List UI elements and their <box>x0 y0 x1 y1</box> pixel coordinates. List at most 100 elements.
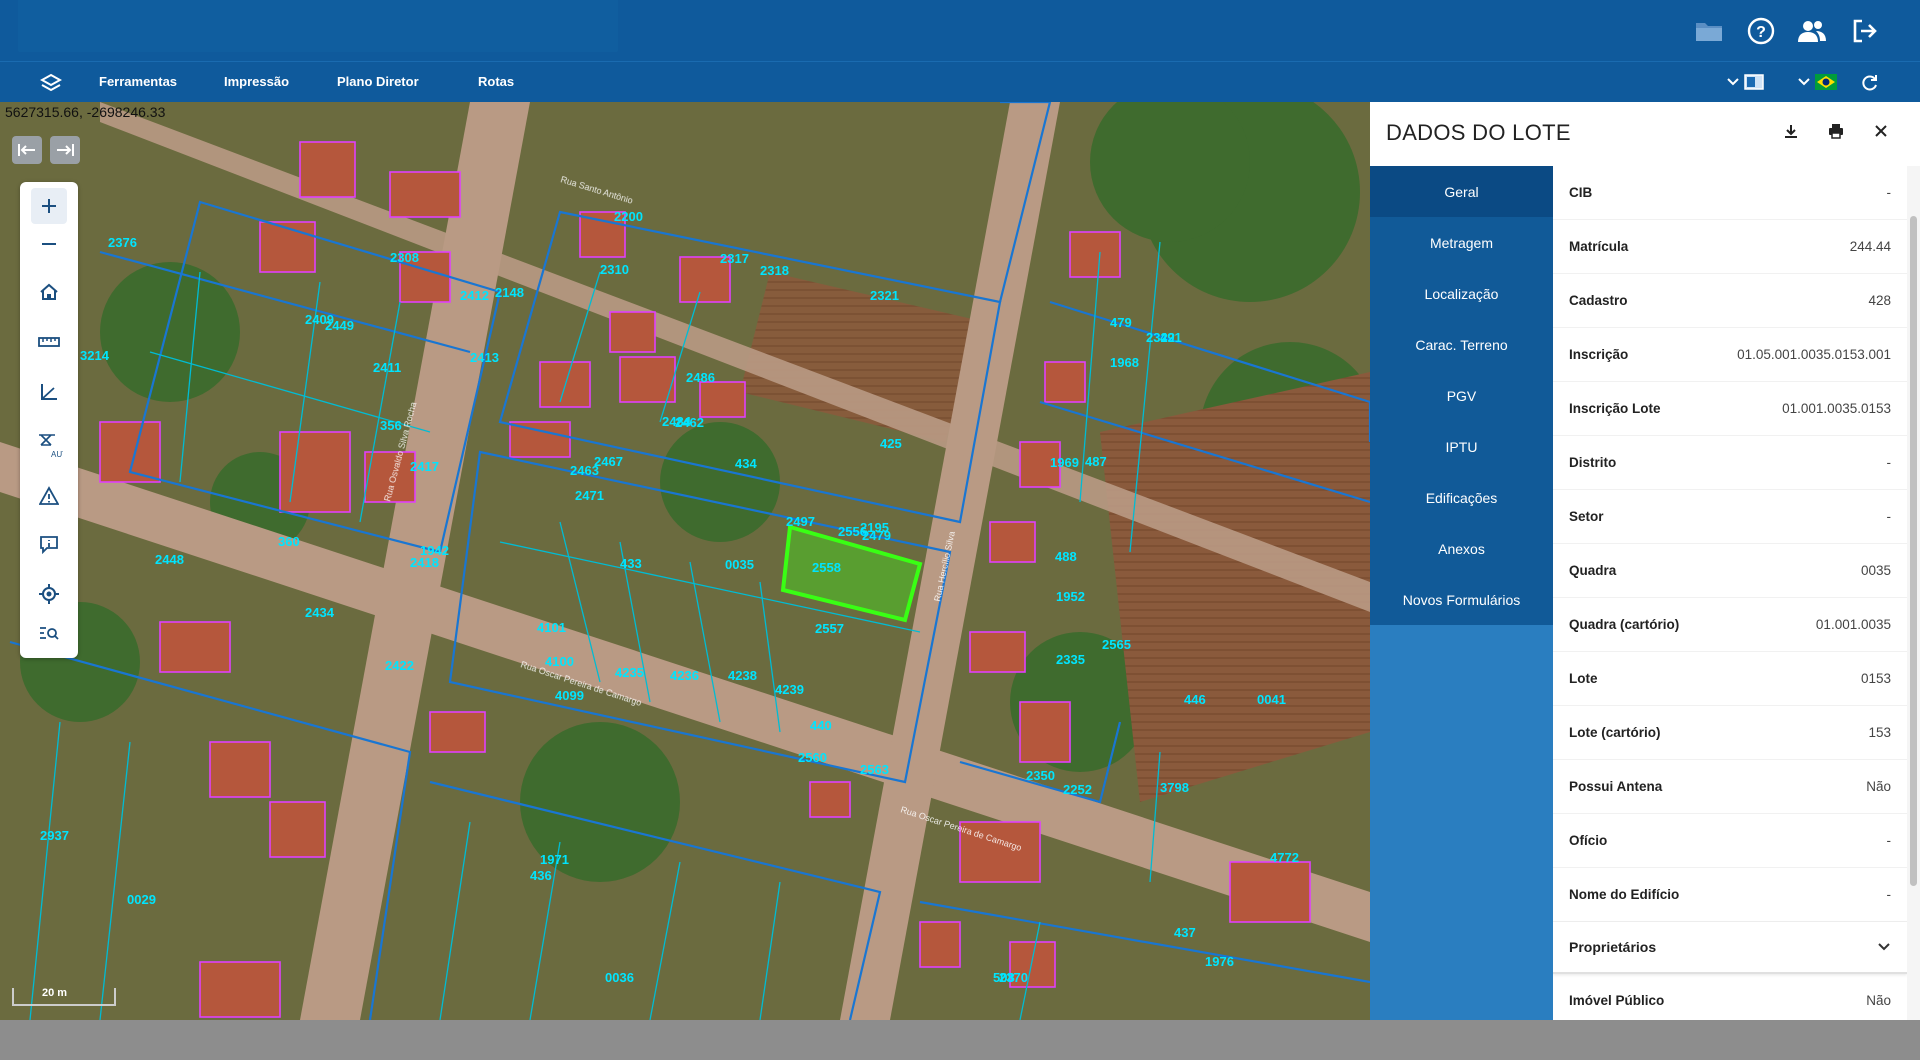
field-value: 0153 <box>1860 671 1891 686</box>
menu-rotas[interactable]: Rotas <box>478 74 514 89</box>
lot-number-label: 3798 <box>1160 780 1189 795</box>
lot-number-label: 2418 <box>410 555 439 570</box>
lot-number-label: 4099 <box>555 688 584 703</box>
menu-plano-diretor[interactable]: Plano Diretor <box>337 74 419 89</box>
close-icon[interactable] <box>1868 118 1894 144</box>
chevron-down-icon <box>1727 78 1739 86</box>
section-proprietarios[interactable]: Proprietários <box>1553 922 1907 974</box>
lot-number-label: 2560 <box>798 750 827 765</box>
field-value: Não <box>1866 993 1891 1008</box>
field-row: CIB - <box>1553 166 1907 220</box>
field-value: 0035 <box>1860 563 1891 578</box>
scroll-thumb[interactable] <box>1910 216 1917 886</box>
home-icon[interactable] <box>31 274 67 310</box>
search-zoom-icon[interactable] <box>31 616 67 652</box>
top-bar: ? <box>0 0 1920 61</box>
warning-icon[interactable] <box>31 478 67 514</box>
basemap-selector[interactable] <box>1726 74 1764 90</box>
field-value: Não <box>1866 779 1891 794</box>
lot-number-label: 2434 <box>305 605 335 620</box>
field-value: 244.44 <box>1849 239 1891 254</box>
field-label: Lote <box>1569 671 1598 686</box>
angle-measure-icon[interactable] <box>31 374 67 410</box>
menu-impressao[interactable]: Impressão <box>224 74 289 89</box>
download-icon[interactable] <box>1778 118 1804 144</box>
tab-iptu[interactable]: IPTU <box>1370 421 1553 472</box>
locate-icon[interactable] <box>31 576 67 612</box>
lot-number-label: 2252 <box>1063 782 1092 797</box>
field-label: Possui Antena <box>1569 779 1663 794</box>
lot-number-label: 2557 <box>815 621 844 636</box>
map-view[interactable]: 425 434 433 4101 4100 4099 4235 4236 4238 4239 219… <box>0 102 1370 1020</box>
field-value: - <box>1886 455 1892 470</box>
back-arrow-icon[interactable] <box>12 136 42 164</box>
field-row: Ofício - <box>1553 814 1907 868</box>
lot-number-label: 2321 <box>870 288 899 303</box>
field-value: 01.05.001.0035.0153.001 <box>1737 347 1891 362</box>
lot-number-label: 2417 <box>410 459 439 474</box>
zoom-in-icon[interactable] <box>31 188 67 224</box>
aerial-map: 4254344334101410040994235 4236 42384239219… <box>0 102 1370 1020</box>
tab-localiza-o[interactable]: Localização <box>1370 268 1553 319</box>
lot-number-label: 2317 <box>720 251 749 266</box>
field-label: Inscrição Lote <box>1569 401 1661 416</box>
logout-icon[interactable] <box>1847 14 1881 48</box>
lot-number-label: 2308 <box>390 250 419 265</box>
panel-title: DADOS DO LOTE <box>1386 120 1571 145</box>
tab-carac-terreno[interactable]: Carac. Terreno <box>1370 319 1553 370</box>
lot-number-label: 2376 <box>108 235 137 250</box>
lot-number-label: 2937 <box>40 828 69 843</box>
lot-number-label: 0035 <box>725 557 754 572</box>
help-icon[interactable]: ? <box>1744 14 1778 48</box>
lot-number-label: 1976 <box>1205 954 1234 969</box>
lot-number-label: 2148 <box>495 285 524 300</box>
language-selector[interactable] <box>1797 74 1837 90</box>
layers-icon[interactable] <box>38 70 64 96</box>
scrollbar[interactable] <box>1907 166 1920 1020</box>
tab-anexos[interactable]: Anexos <box>1370 523 1553 574</box>
field-row: Setor - <box>1553 490 1907 544</box>
field-row: Nome do Edifício - <box>1553 868 1907 922</box>
tab-pgv[interactable]: PGV <box>1370 370 1553 421</box>
forward-arrow-icon[interactable] <box>50 136 80 164</box>
lot-number-label: 4239 <box>775 682 804 697</box>
bottom-strip <box>0 1020 1920 1060</box>
lot-number-label: 4101 <box>537 620 566 635</box>
field-value: 428 <box>1868 293 1891 308</box>
lot-number-label: 508 <box>993 970 1015 985</box>
field-value: - <box>1886 509 1892 524</box>
field-row: Distrito - <box>1553 436 1907 490</box>
tab-edifica-es[interactable]: Edificações <box>1370 472 1553 523</box>
users-icon[interactable] <box>1795 14 1829 48</box>
lot-number-label: 4238 <box>728 668 757 683</box>
logo-area <box>18 0 618 52</box>
menu-bar: Ferramentas Impressão Plano Diretor Rota… <box>0 61 1920 102</box>
tab-geral[interactable]: Geral <box>1370 166 1553 217</box>
tab-metragem[interactable]: Metragem <box>1370 217 1553 268</box>
field-row: Imóvel Público Não <box>1553 974 1907 1020</box>
lot-number-label: 2486 <box>686 370 715 385</box>
lot-number-label: 1968 <box>1110 355 1139 370</box>
tab-novos-formul-rios[interactable]: Novos Formulários <box>1370 574 1553 625</box>
field-label: Imóvel Público <box>1569 993 1665 1008</box>
menu-ferramentas[interactable]: Ferramentas <box>99 74 177 89</box>
zoom-out-icon[interactable] <box>31 226 67 262</box>
info-icon[interactable] <box>31 526 67 562</box>
refresh-icon[interactable] <box>1860 73 1880 98</box>
lot-number-label: 2322 <box>1146 330 1175 345</box>
folder-icon[interactable] <box>1692 14 1726 48</box>
field-label: Quadra <box>1569 563 1617 578</box>
field-label: Matrícula <box>1569 239 1629 254</box>
lot-number-label: 2350 <box>1026 768 1055 783</box>
lot-number-label: 2411 <box>373 360 401 375</box>
field-label: Ofício <box>1569 833 1608 848</box>
auto-measure-icon[interactable]: AUTO <box>31 424 67 468</box>
print-icon[interactable] <box>1823 118 1849 144</box>
lot-number-label: 437 <box>1174 925 1196 940</box>
lot-number-label: 0029 <box>127 892 156 907</box>
chevron-down-icon <box>1798 78 1810 86</box>
ruler-icon[interactable] <box>31 324 67 360</box>
lot-number-label: 0041 <box>1257 692 1286 707</box>
lot-number-label: 360 <box>278 534 300 549</box>
field-row: Inscrição 01.05.001.0035.0153.001 <box>1553 328 1907 382</box>
